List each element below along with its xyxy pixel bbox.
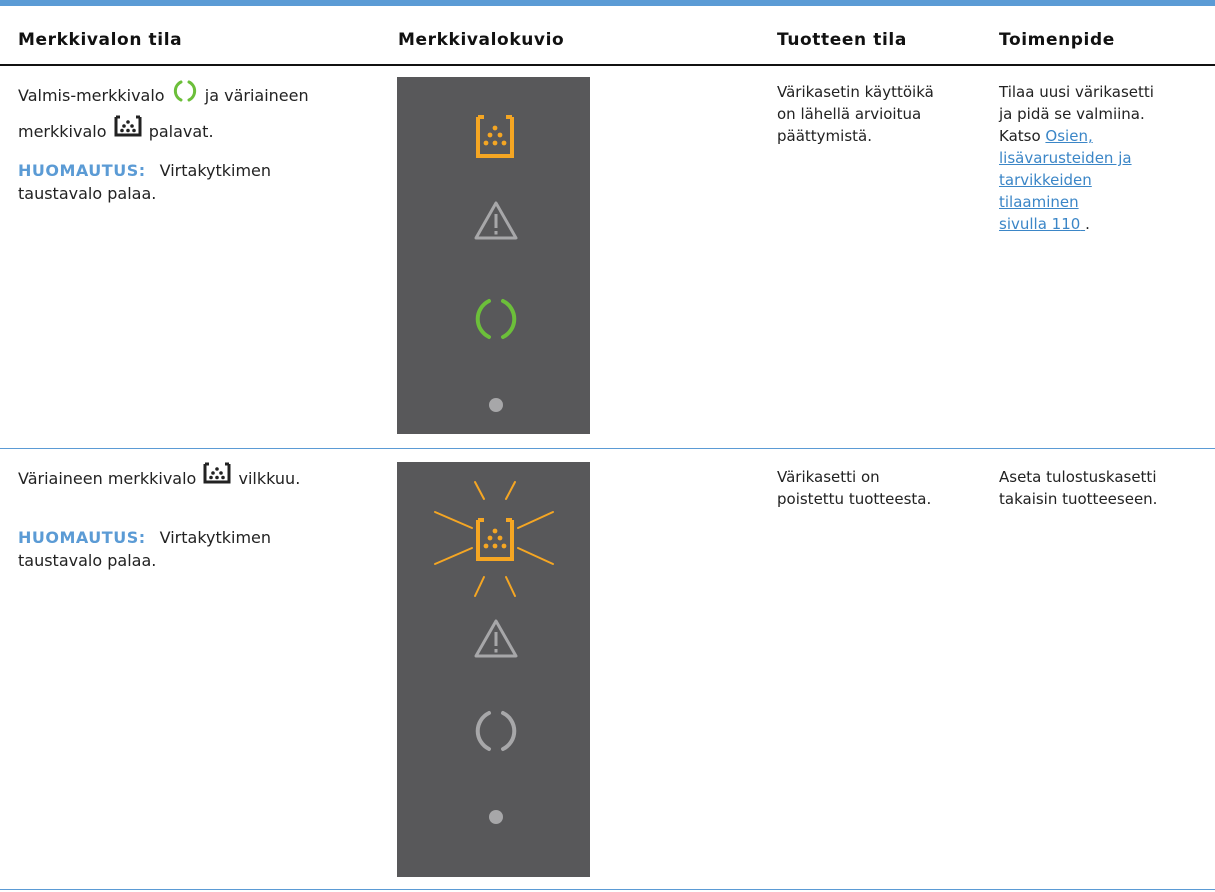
- row2-product-state: Värikasetti on poistettu tuotteesta.: [777, 468, 932, 508]
- toner-icon: [476, 518, 514, 561]
- note-label: HUOMAUTUS:: [18, 161, 146, 180]
- ready-icon: [475, 299, 517, 339]
- header-light-pattern: Merkkivalokuvio: [398, 30, 565, 50]
- power-dot-icon: [489, 810, 503, 824]
- note-text: Virtakytkimen: [159, 528, 272, 547]
- note-text: Virtakytkimen: [159, 161, 272, 180]
- ready-icon: [172, 78, 198, 115]
- row2-light-state: Väriaineen merkkivalo vilkkuu.: [18, 462, 378, 497]
- note-text: taustavalo palaa.: [18, 184, 157, 203]
- row1-state-text-3: merkkivalo: [18, 122, 107, 141]
- row2-state-text-2: vilkkuu.: [238, 469, 301, 488]
- row-divider: [0, 448, 1215, 449]
- blink-rays-icon: [434, 481, 554, 597]
- toner-icon: [114, 115, 142, 150]
- top-rule: [0, 0, 1215, 6]
- row1-state-text-4: palavat.: [148, 122, 214, 141]
- note-label: HUOMAUTUS:: [18, 528, 146, 547]
- attention-icon: [474, 201, 518, 240]
- header-light-state: Merkkivalon tila: [18, 30, 183, 50]
- light-pattern-panel: [397, 77, 590, 434]
- toner-icon: [203, 462, 231, 497]
- toner-icon: [476, 115, 514, 158]
- power-dot-icon: [489, 398, 503, 412]
- row1-state-text-2: ja väriaineen: [204, 86, 309, 105]
- ready-icon: [475, 711, 517, 751]
- row1-state-text-1: Valmis-merkkivalo: [18, 86, 165, 105]
- row-divider: [0, 889, 1215, 890]
- header-action: Toimenpide: [999, 30, 1115, 50]
- note-text: taustavalo palaa.: [18, 551, 157, 570]
- row2-state-text-1: Väriaineen merkkivalo: [18, 469, 197, 488]
- header-rule: [0, 64, 1215, 66]
- header-product-state: Tuotteen tila: [777, 30, 907, 50]
- row1-note: HUOMAUTUS: Virtakytkimen taustavalo palaa…: [18, 159, 378, 205]
- row2-note: HUOMAUTUS: Virtakytkimen taustavalo palaa…: [18, 526, 378, 572]
- light-pattern-panel: [397, 462, 590, 877]
- attention-icon: [474, 619, 518, 658]
- row1-action: Tilaa uusi värikasetti ja pidä se valmii…: [999, 83, 1154, 233]
- row1-product-state: Värikasetin käyttöikä on lähellä arvioit…: [777, 83, 934, 145]
- row1-light-state: Valmis-merkkivalo ja väriaineen merkkiva…: [18, 78, 378, 150]
- row2-action: Aseta tulostuskasetti takaisin tuotteese…: [999, 468, 1158, 508]
